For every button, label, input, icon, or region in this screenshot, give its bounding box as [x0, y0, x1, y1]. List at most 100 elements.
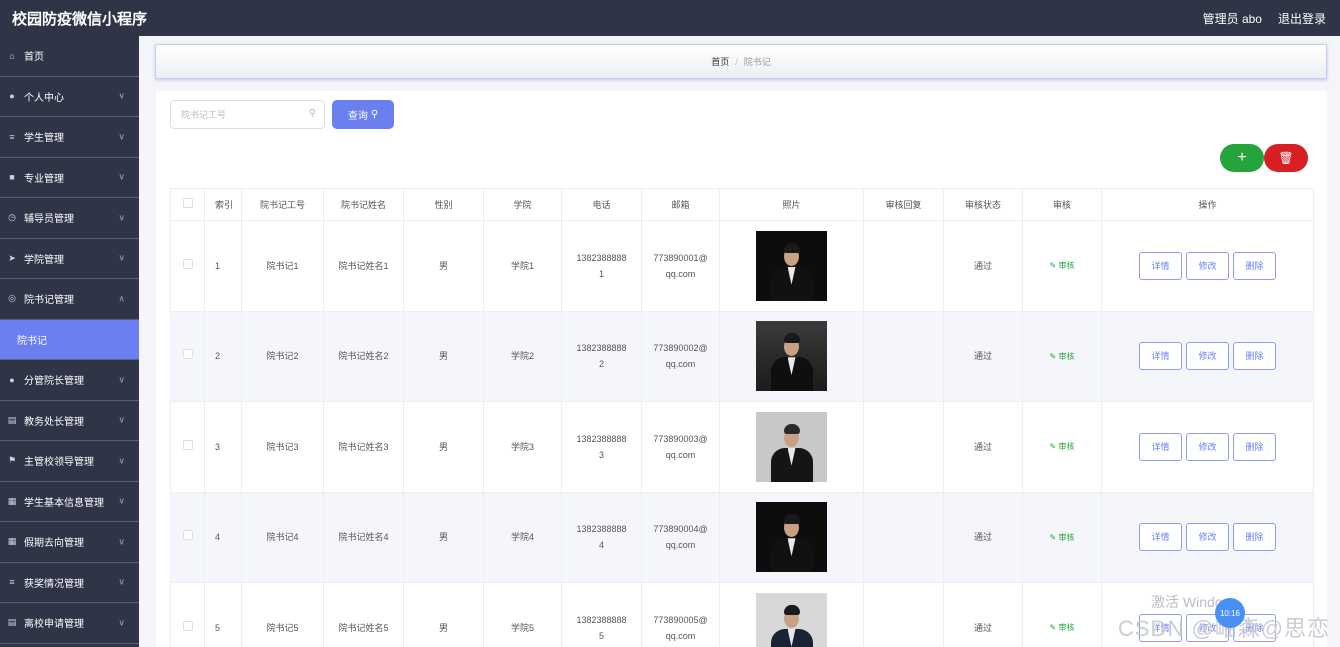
- cell-college: 学院3: [483, 401, 562, 493]
- row-select[interactable]: [170, 220, 205, 312]
- add-button[interactable]: +: [1220, 144, 1264, 172]
- sidebar-item[interactable]: ◷ 辅导员管理 ∨: [0, 198, 139, 239]
- compass-icon: ◎: [8, 293, 16, 304]
- delete-button[interactable]: 删除: [1233, 523, 1276, 552]
- sidebar-item-label: 院书记: [17, 335, 47, 347]
- cell-index: 1: [204, 220, 242, 312]
- sidebar-subitem-current[interactable]: 院书记: [0, 319, 139, 360]
- audit-link[interactable]: ✎ 审核: [1050, 533, 1075, 542]
- table-row: 1 院书记1 院书记姓名1 男学院1 1382388888 1 773890001@ qq.c…: [170, 220, 1314, 312]
- table-row: 3 院书记3 院书记姓名3 男学院3 1382388888 3 773890003@ qq.c…: [170, 401, 1314, 493]
- grid-icon: ▦: [7, 495, 17, 506]
- sidebar-item[interactable]: ⌂ 首页: [0, 36, 139, 77]
- phone-part: 1382388888: [576, 524, 627, 535]
- top-bar: 校园防疫微信小程序 管理员 abo 退出登录: [0, 0, 1340, 36]
- audit-link[interactable]: ✎ 审核: [1050, 261, 1075, 270]
- search-input[interactable]: [181, 109, 299, 120]
- search-icon: ⚲: [308, 108, 316, 119]
- chevron-down-icon: ∨: [118, 131, 125, 142]
- profile-photo: [756, 502, 827, 573]
- profile-photo: [756, 592, 827, 647]
- home-icon: ⌂: [9, 50, 15, 61]
- chevron-down-icon: ∨: [118, 536, 125, 547]
- floating-timer-badge[interactable]: 10:16: [1215, 598, 1245, 628]
- sidebar-item[interactable]: ◎ 院书记管理 ∧: [0, 279, 139, 320]
- cell-audit: ✎ 审核: [1022, 220, 1102, 312]
- detail-button[interactable]: 详情: [1139, 251, 1182, 280]
- detail-button[interactable]: 详情: [1139, 523, 1182, 552]
- chevron-down-icon: ∨: [118, 617, 125, 628]
- row-select[interactable]: [170, 310, 205, 402]
- edit-button[interactable]: 修改: [1186, 251, 1229, 280]
- search-box: ⚲: [170, 100, 325, 129]
- sidebar-item[interactable]: ⚑ 主管校领导管理 ∨: [0, 441, 139, 482]
- checkbox[interactable]: [182, 620, 193, 631]
- edit-button[interactable]: 修改: [1186, 342, 1229, 371]
- edit-button[interactable]: 修改: [1186, 523, 1229, 552]
- chevron-down-icon: ∨: [118, 252, 125, 263]
- detail-button[interactable]: 详情: [1139, 342, 1182, 371]
- sidebar-item[interactable]: ● 分管院长管理 ∨: [0, 360, 139, 401]
- profile-photo: [756, 230, 827, 301]
- header-select-all[interactable]: [170, 188, 205, 221]
- cell-gender: 男: [403, 491, 484, 583]
- row-select[interactable]: [170, 401, 205, 493]
- cell-secretary-name: 院书记姓名5: [323, 582, 404, 647]
- plus-icon: +: [1237, 149, 1247, 166]
- email-part: qq.com: [665, 449, 696, 460]
- sidebar-item[interactable]: ▤ 教务处长管理 ∨: [0, 401, 139, 441]
- email-part: 773890002@: [653, 343, 708, 354]
- cell-audit-reply: [863, 401, 944, 493]
- sidebar-item-label: 离校申请管理: [24, 619, 84, 631]
- list-icon: ≡: [9, 577, 15, 588]
- sidebar-item[interactable]: ➤ 学院管理 ∨: [0, 239, 139, 279]
- checkbox[interactable]: [182, 439, 193, 450]
- profile-photo: [756, 411, 827, 482]
- chevron-down-icon: ∨: [118, 414, 125, 425]
- sidebar-item[interactable]: ▦ 假期去向管理 ∨: [0, 522, 139, 563]
- cell-actions: 详情 修改 删除: [1101, 491, 1314, 583]
- sidebar-item[interactable]: ■ 专业管理 ∨: [0, 158, 139, 198]
- row-select[interactable]: [170, 491, 205, 583]
- sidebar-item[interactable]: ▤ 离校申请管理 ∨: [0, 603, 139, 644]
- thumb-icon: ■: [9, 172, 15, 183]
- sidebar-item[interactable]: ≡ 学生管理 ∨: [0, 117, 139, 158]
- delete-button[interactable]: 删除: [1233, 251, 1276, 280]
- breadcrumb-home[interactable]: 首页: [711, 55, 729, 68]
- email-part: 773890003@: [653, 433, 708, 444]
- breadcrumb: 首页 / 院书记: [155, 44, 1327, 79]
- windows-activation-watermark: 激活 Windo: [1151, 594, 1223, 610]
- checkbox[interactable]: [182, 197, 193, 208]
- checkbox[interactable]: [182, 258, 193, 269]
- row-select[interactable]: [170, 582, 205, 647]
- audit-link[interactable]: ✎ 审核: [1050, 623, 1075, 632]
- checkbox[interactable]: [182, 530, 193, 541]
- sidebar-item[interactable]: ▦ 学生基本信息管理 ∨: [0, 482, 139, 522]
- header-cell: 性别: [403, 188, 484, 221]
- cell-photo: [719, 220, 864, 312]
- detail-button[interactable]: 详情: [1139, 432, 1182, 461]
- header-cell: 照片: [719, 188, 864, 221]
- admin-user-label[interactable]: 管理员 abo: [1203, 10, 1262, 27]
- phone-part: 1382388888: [576, 614, 627, 625]
- sidebar-item[interactable]: ≡ 获奖情况管理 ∨: [0, 563, 139, 603]
- batch-delete-button[interactable]: 🗑: [1264, 144, 1308, 172]
- edit-button[interactable]: 修改: [1186, 432, 1229, 461]
- delete-button[interactable]: 删除: [1233, 432, 1276, 461]
- cell-college: 学院5: [483, 582, 562, 647]
- checkbox[interactable]: [182, 349, 193, 360]
- logout-link[interactable]: 退出登录: [1278, 10, 1326, 27]
- cell-secretary-id: 院书记3: [241, 401, 324, 493]
- cell-phone: 1382388888 3: [561, 401, 642, 493]
- cell-audit-status: 通过: [943, 582, 1023, 647]
- cell-email: 773890005@ qq.com: [641, 582, 720, 647]
- audit-link[interactable]: ✎ 审核: [1050, 442, 1075, 451]
- query-button[interactable]: 查询 ⚲: [332, 100, 394, 129]
- breadcrumb-current: 院书记: [743, 57, 771, 67]
- trash-icon: 🗑: [1278, 151, 1294, 165]
- delete-button[interactable]: 删除: [1233, 342, 1276, 371]
- header-cell: 审核: [1022, 188, 1102, 221]
- sidebar-item[interactable]: ● 个人中心 ∨: [0, 77, 139, 117]
- chevron-up-icon: ∧: [118, 293, 125, 304]
- audit-link[interactable]: ✎ 审核: [1050, 352, 1075, 361]
